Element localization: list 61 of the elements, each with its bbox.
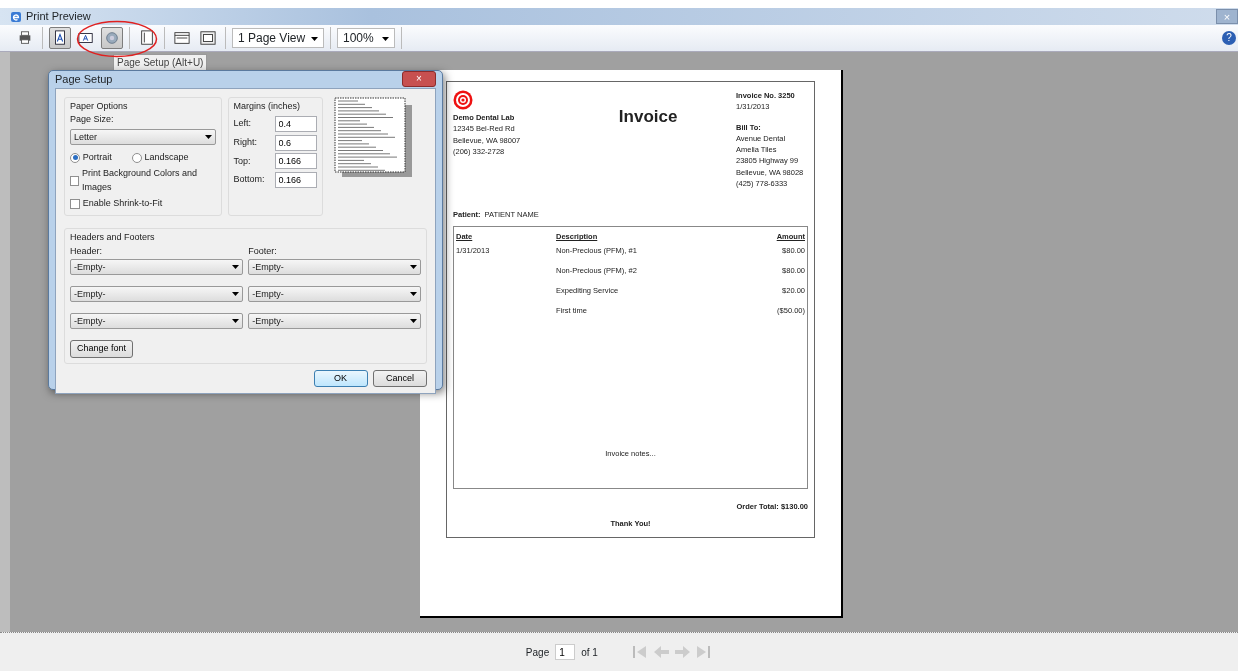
dialog-button[interactable]: OK [313, 369, 368, 388]
field-label: Header: [70, 244, 104, 258]
margin-field[interactable]: 0.6 [274, 134, 317, 151]
caret-icon [231, 319, 239, 324]
field-label: Bottom: [233, 173, 265, 187]
toolbar-button[interactable] [49, 27, 71, 49]
group-label: Margins (inches) [233, 99, 302, 113]
checkbox-label: Enable Shrink-to-Fit [82, 196, 163, 210]
checkbox[interactable] [70, 175, 80, 186]
radio-label: Portrait [82, 150, 112, 164]
full-page-icon [200, 29, 216, 47]
header-dropdown[interactable]: -Empty- [70, 259, 243, 276]
header-dropdown[interactable]: -Empty- [70, 286, 243, 303]
fit-width-icon [174, 29, 190, 47]
field-label: Page Size: [70, 113, 115, 126]
caret-icon [231, 292, 239, 297]
margin-field[interactable]: 0.166 [274, 153, 317, 170]
checkbox-label: Print Background Colors and Images [82, 167, 199, 194]
field-label: Footer: [248, 244, 278, 258]
field-label: Top: [233, 154, 251, 168]
last-page-icon[interactable] [694, 644, 713, 660]
radio-button[interactable] [70, 152, 80, 163]
page-label: Page [525, 645, 550, 660]
caret-icon [311, 36, 319, 41]
group-label: Paper Options [70, 99, 129, 113]
caret-icon [410, 319, 417, 324]
browser-icon [10, 10, 22, 23]
page-size-dropdown[interactable]: Letter [70, 129, 216, 146]
portrait-page-icon [52, 29, 68, 47]
print-icon [17, 29, 33, 47]
dialog-button[interactable]: Cancel [373, 369, 427, 388]
footer-dropdown[interactable]: -Empty- [248, 259, 421, 276]
footer-dropdown[interactable]: -Empty- [248, 313, 421, 330]
field-label: Left: [233, 117, 251, 130]
dialog-title: Page Setup [55, 72, 113, 87]
caret-icon [410, 265, 417, 270]
group-label: Headers and Footers [70, 231, 156, 245]
target-logo-icon [453, 90, 473, 110]
view-dropdown[interactable]: 1 Page View [232, 28, 324, 48]
page-icon [139, 29, 155, 47]
close-button[interactable]: × [402, 71, 436, 88]
page-count: of 1 [581, 645, 598, 660]
help-button[interactable]: ? [1222, 31, 1236, 45]
caret-icon [231, 265, 239, 270]
footer-dropdown[interactable]: -Empty- [248, 286, 421, 303]
caret-icon [205, 135, 212, 140]
window-title: Print Preview [26, 9, 91, 25]
page-number-field[interactable]: 1 [555, 644, 576, 660]
invoice-title: Invoice [618, 106, 678, 128]
caret-icon [382, 36, 389, 41]
radio-button[interactable] [131, 152, 142, 163]
margin-field[interactable]: 0.166 [274, 172, 317, 188]
margin-field[interactable]: 0.4 [274, 115, 317, 132]
header-dropdown[interactable]: -Empty- [70, 313, 243, 330]
zoom-dropdown[interactable]: 100% [337, 28, 395, 48]
caret-icon [410, 292, 417, 297]
gear-icon [104, 29, 120, 47]
checkbox[interactable] [70, 198, 80, 209]
change-font-button[interactable]: Change font [70, 340, 134, 358]
field-label: Right: [233, 135, 257, 149]
radio-label: Landscape [144, 150, 189, 164]
